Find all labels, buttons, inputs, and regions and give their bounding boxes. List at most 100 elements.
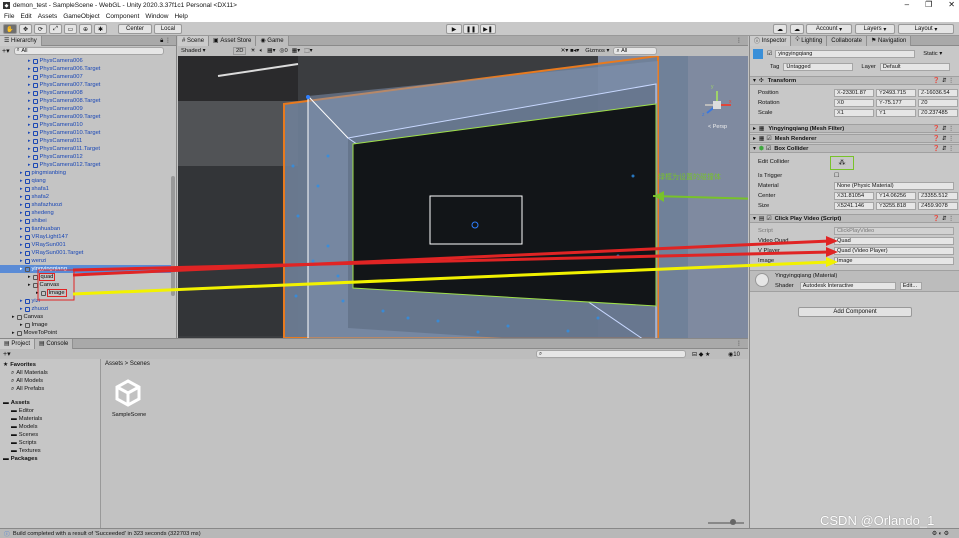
hand-tool-icon[interactable]: ✋: [3, 24, 17, 34]
position-z-field[interactable]: Z -16036.54: [918, 88, 958, 97]
foldout-icon[interactable]: ▸: [20, 306, 23, 312]
foldout-icon[interactable]: ▸: [12, 330, 15, 336]
project-tree-item[interactable]: ⌕ All Materials: [0, 369, 100, 377]
foldout-icon[interactable]: ▸: [20, 202, 23, 208]
foldout-icon[interactable]: ▸: [20, 250, 23, 256]
menu-help[interactable]: Help: [174, 13, 187, 20]
menu-gameobject[interactable]: GameObject: [63, 13, 100, 20]
hierarchy-item[interactable]: ▸ PhysCamera012: [0, 153, 172, 161]
project-search-input[interactable]: ⌕: [536, 350, 686, 358]
object-name-field[interactable]: yingyingqiang: [775, 50, 916, 58]
hierarchy-item[interactable]: ▸ PhysCamera006: [0, 57, 172, 65]
tag-dropdown[interactable]: Untagged: [783, 62, 854, 71]
video-player-field[interactable]: Quad (Video Player): [834, 246, 954, 255]
box-collider-header[interactable]: ▾ ⬢ ☑ Box Collider ❓ ⇵ ⋮: [750, 144, 959, 153]
2d-toggle[interactable]: 2D: [233, 47, 247, 55]
layout-dropdown[interactable]: Layout ▾: [898, 24, 954, 34]
audio-toggle-icon[interactable]: 🔈︎: [260, 48, 263, 55]
foldout-icon[interactable]: ▸: [20, 266, 23, 272]
foldout-icon[interactable]: ▸: [20, 298, 23, 304]
tab-inspector[interactable]: ⓘ Inspector: [750, 36, 792, 46]
layer-dropdown[interactable]: Default: [879, 62, 950, 71]
video-quad-field[interactable]: Quad: [834, 236, 954, 245]
project-tree-item[interactable]: ▬ Scripts: [0, 439, 100, 447]
scene-search-input[interactable]: ⌕ All: [613, 47, 658, 55]
component-menu-icon[interactable]: ❓ ⇵ ⋮: [933, 136, 954, 142]
pivot-center-button[interactable]: Center: [118, 24, 152, 34]
rotate-tool-icon[interactable]: ⟳: [34, 24, 47, 34]
move-tool-icon[interactable]: ✥: [19, 24, 32, 34]
component-menu-icon[interactable]: ❓ ⇵ ⋮: [933, 126, 954, 132]
hierarchy-item[interactable]: ▸ qiang: [0, 177, 172, 185]
minimize-icon[interactable]: –: [905, 0, 909, 9]
status-icons[interactable]: ⚙ ◐ ⚙: [932, 531, 949, 537]
foldout-icon[interactable]: ▸: [20, 186, 23, 192]
menu-assets[interactable]: Assets: [38, 13, 58, 20]
lighting-toggle-icon[interactable]: ☀: [250, 48, 255, 54]
foldout-icon[interactable]: ▸: [20, 226, 23, 232]
position-y-field[interactable]: Y 2493.715: [876, 88, 916, 97]
hierarchy-item[interactable]: ▸ shafa2: [0, 193, 172, 201]
project-tree-item[interactable]: ▬ Packages: [0, 455, 100, 463]
rotation-x-field[interactable]: X 0: [834, 98, 874, 107]
scene-gizmo[interactable]: y x z: [700, 84, 734, 122]
hierarchy-item[interactable]: ▸ Image: [0, 321, 172, 329]
hierarchy-item[interactable]: ▸ wenzi: [0, 257, 172, 265]
pause-button[interactable]: ❚❚: [463, 24, 479, 34]
foldout-icon[interactable]: ▸: [20, 242, 23, 248]
tab-console[interactable]: ▤ Console: [35, 338, 74, 349]
component-menu-icon[interactable]: ❓ ⇵ ⋮: [933, 78, 954, 84]
hierarchy-item[interactable]: ▸ PhysCamera008.Target: [0, 97, 172, 105]
is-trigger-checkbox[interactable]: ☐: [834, 173, 839, 179]
transform-header[interactable]: ▾ ✣ Transform ❓ ⇵ ⋮: [750, 76, 959, 85]
hierarchy-item[interactable]: ▸ MoveToPoint: [0, 329, 172, 337]
foldout-icon[interactable]: ▸: [28, 154, 31, 160]
menu-file[interactable]: File: [4, 13, 14, 20]
add-icon[interactable]: +▾: [2, 47, 10, 55]
project-tree-item[interactable]: ▬ Materials: [0, 415, 100, 423]
tab-navigation[interactable]: ⚑ Navigation: [866, 36, 912, 46]
play-button[interactable]: ▶: [446, 24, 462, 34]
project-tree-item[interactable]: ★ Favorites: [0, 361, 100, 369]
foldout-icon[interactable]: ▸: [28, 66, 31, 72]
custom-tool-icon[interactable]: ✱: [94, 24, 107, 34]
hierarchy-scrollbar[interactable]: [171, 176, 175, 296]
hierarchy-item[interactable]: ▸ PhysCamera007: [0, 73, 172, 81]
hierarchy-item[interactable]: ▸ shibei: [0, 217, 172, 225]
foldout-icon[interactable]: ▸: [20, 218, 23, 224]
tab-lighting[interactable]: 💡︎ Lighting: [791, 36, 828, 46]
scene-viewport[interactable]: 绿框为设置的碰撞体 y x z < Persp: [178, 54, 748, 338]
hierarchy-item[interactable]: ▸ PhysCamera008: [0, 89, 172, 97]
filter-icons[interactable]: ⊟ ◆ ★: [692, 351, 710, 358]
zoom-slider[interactable]: [708, 522, 744, 524]
project-tree-item[interactable]: ▬ Assets: [0, 399, 100, 407]
hierarchy-item[interactable]: ▸ Canvas: [0, 281, 172, 289]
physic-material-field[interactable]: None (Physic Material): [834, 181, 954, 190]
foldout-icon[interactable]: ▸: [12, 314, 15, 320]
hierarchy-item[interactable]: ▸ pingmianbing: [0, 169, 172, 177]
edit-collider-button[interactable]: ⁂: [830, 156, 854, 170]
image-field[interactable]: Image: [834, 256, 954, 265]
foldout-icon[interactable]: ▸: [20, 234, 23, 240]
foldout-icon[interactable]: ▸: [28, 130, 31, 136]
panel-menu-icon[interactable]: ⋮: [736, 340, 742, 347]
edit-shader-button[interactable]: Edit...: [899, 282, 922, 290]
account-dropdown[interactable]: Account ▾: [806, 24, 852, 34]
menu-window[interactable]: Window: [145, 13, 168, 20]
mesh-filter-header[interactable]: ▸ ▦ Yingyingqiang (Mesh Filter) ❓ ⇵ ⋮: [750, 124, 959, 133]
foldout-icon[interactable]: ▸: [28, 106, 31, 112]
foldout-icon[interactable]: ▸: [28, 114, 31, 120]
foldout-icon[interactable]: ▸: [28, 162, 31, 168]
close-icon[interactable]: ✕: [948, 0, 955, 9]
foldout-icon[interactable]: ▸: [28, 138, 31, 144]
foldout-icon[interactable]: ▸: [28, 90, 31, 96]
foldout-icon[interactable]: ▸: [28, 98, 31, 104]
hierarchy-item[interactable]: ▸ VRayLight147: [0, 233, 172, 241]
enabled-checkbox[interactable]: ☑: [766, 136, 771, 142]
scale-x-field[interactable]: X 1: [834, 108, 874, 117]
foldout-icon[interactable]: ▸: [28, 274, 31, 280]
project-tree-item[interactable]: ▬ Textures: [0, 447, 100, 455]
hierarchy-item[interactable]: ▸ shafa1: [0, 185, 172, 193]
enabled-checkbox[interactable]: ☑: [766, 146, 771, 152]
camera-icon[interactable]: ✕▾ ■◂▾: [561, 48, 580, 54]
